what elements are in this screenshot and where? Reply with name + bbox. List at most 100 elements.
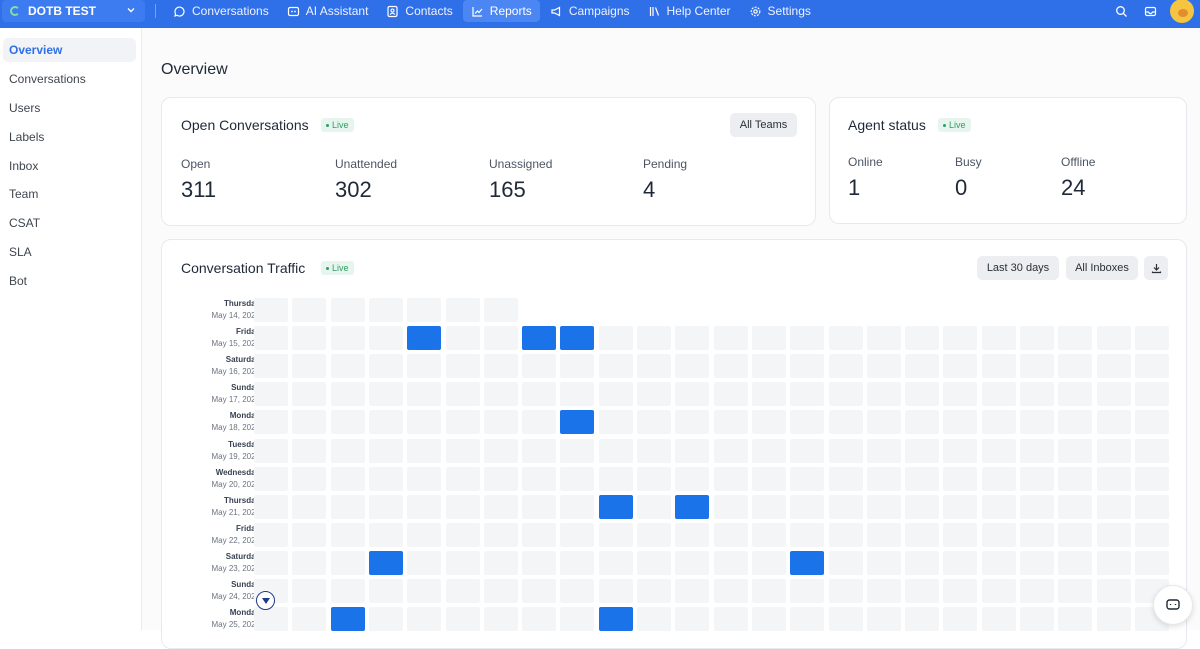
- heatmap-cell[interactable]: [828, 410, 863, 435]
- heatmap-cell[interactable]: [445, 522, 480, 547]
- heatmap-cell[interactable]: [330, 579, 365, 603]
- sidebar-item-bot[interactable]: Bot: [3, 269, 136, 293]
- heatmap-cell[interactable]: [1020, 579, 1054, 603]
- heatmap-cell[interactable]: [1134, 550, 1169, 575]
- heatmap-cell[interactable]: [522, 326, 557, 351]
- heatmap-cell[interactable]: [292, 522, 327, 547]
- heatmap-cell[interactable]: [866, 438, 901, 463]
- heatmap-cell[interactable]: [637, 466, 671, 491]
- heatmap-cell[interactable]: [330, 382, 365, 407]
- heatmap-cell[interactable]: [943, 550, 978, 575]
- heatmap-cell[interactable]: [407, 326, 442, 351]
- heatmap-cell[interactable]: [1020, 466, 1054, 491]
- heatmap-cell[interactable]: [637, 326, 671, 351]
- heatmap-cell[interactable]: [368, 579, 403, 603]
- heatmap-cell[interactable]: [637, 579, 671, 603]
- heatmap-cell[interactable]: [828, 579, 863, 603]
- heatmap-cell[interactable]: [790, 438, 825, 463]
- heatmap-cell[interactable]: [254, 410, 288, 435]
- heatmap-cell[interactable]: [981, 607, 1016, 632]
- heatmap-cell[interactable]: [368, 607, 403, 632]
- heatmap-cell[interactable]: [598, 326, 633, 351]
- heatmap-cell[interactable]: [254, 494, 288, 519]
- heatmap-cell[interactable]: [407, 298, 442, 322]
- heatmap-cell[interactable]: [1058, 579, 1093, 603]
- heatmap-cell[interactable]: [445, 579, 480, 603]
- heatmap-cell[interactable]: [254, 466, 288, 491]
- heatmap-cell[interactable]: [254, 550, 288, 575]
- heatmap-cell[interactable]: [292, 466, 327, 491]
- heatmap-cell[interactable]: [943, 410, 978, 435]
- heatmap-cell[interactable]: [598, 354, 633, 379]
- all-teams-filter-button[interactable]: All Teams: [730, 113, 797, 137]
- heatmap-cell[interactable]: [1058, 550, 1093, 575]
- heatmap-cell[interactable]: [790, 550, 825, 575]
- heatmap-cell[interactable]: [522, 382, 557, 407]
- heatmap-cell[interactable]: [675, 607, 710, 632]
- heatmap-cell[interactable]: [598, 607, 633, 632]
- nav-settings[interactable]: Settings: [741, 0, 819, 22]
- sidebar-item-labels[interactable]: Labels: [3, 125, 136, 149]
- sidebar-item-overview[interactable]: Overview: [3, 38, 136, 62]
- heatmap-cell[interactable]: [1096, 579, 1131, 603]
- date-range-button[interactable]: Last 30 days: [977, 256, 1059, 280]
- heatmap-cell[interactable]: [675, 466, 710, 491]
- heatmap-cell[interactable]: [1096, 382, 1131, 407]
- heatmap-cell[interactable]: [637, 494, 671, 519]
- heatmap-cell[interactable]: [943, 382, 978, 407]
- heatmap-cell[interactable]: [1134, 326, 1169, 351]
- workspace-switcher[interactable]: DOTB TEST: [2, 0, 145, 22]
- heatmap-cell[interactable]: [1020, 326, 1054, 351]
- heatmap-cell[interactable]: [598, 522, 633, 547]
- heatmap-cell[interactable]: [292, 298, 327, 322]
- heatmap-cell[interactable]: [790, 494, 825, 519]
- heatmap-cell[interactable]: [866, 494, 901, 519]
- heatmap-cell[interactable]: [483, 466, 518, 491]
- heatmap-cell[interactable]: [522, 494, 557, 519]
- heatmap-cell[interactable]: [637, 438, 671, 463]
- heatmap-cell[interactable]: [407, 382, 442, 407]
- sidebar-item-sla[interactable]: SLA: [3, 240, 136, 264]
- heatmap-cell[interactable]: [407, 466, 442, 491]
- heatmap-cell[interactable]: [483, 579, 518, 603]
- heatmap-cell[interactable]: [1058, 494, 1093, 519]
- heatmap-cell[interactable]: [407, 550, 442, 575]
- heatmap-cell[interactable]: [368, 466, 403, 491]
- heatmap-cell[interactable]: [828, 438, 863, 463]
- heatmap-cell[interactable]: [905, 522, 940, 547]
- heatmap-cell[interactable]: [713, 522, 748, 547]
- heatmap-cell[interactable]: [598, 466, 633, 491]
- heatmap-cell[interactable]: [598, 382, 633, 407]
- heatmap-cell[interactable]: [713, 466, 748, 491]
- heatmap-cell[interactable]: [943, 326, 978, 351]
- heatmap-cell[interactable]: [981, 410, 1016, 435]
- heatmap-cell[interactable]: [292, 354, 327, 379]
- heatmap-cell[interactable]: [522, 354, 557, 379]
- heatmap-cell[interactable]: [330, 494, 365, 519]
- nav-campaigns[interactable]: Campaigns: [542, 0, 638, 22]
- heatmap-cell[interactable]: [790, 326, 825, 351]
- heatmap-cell[interactable]: [1096, 607, 1131, 632]
- heatmap-cell[interactable]: [828, 607, 863, 632]
- heatmap-cell[interactable]: [330, 438, 365, 463]
- heatmap-cell[interactable]: [368, 410, 403, 435]
- heatmap-cell[interactable]: [943, 494, 978, 519]
- heatmap-cell[interactable]: [522, 607, 557, 632]
- heatmap-cell[interactable]: [254, 438, 288, 463]
- heatmap-cell[interactable]: [943, 438, 978, 463]
- heatmap-cell[interactable]: [483, 438, 518, 463]
- heatmap-cell[interactable]: [713, 326, 748, 351]
- heatmap-cell[interactable]: [981, 326, 1016, 351]
- heatmap-cell[interactable]: [330, 298, 365, 322]
- heatmap-cell[interactable]: [330, 607, 365, 632]
- heatmap-cell[interactable]: [1020, 550, 1054, 575]
- heatmap-cell[interactable]: [483, 382, 518, 407]
- heatmap-cell[interactable]: [292, 579, 327, 603]
- heatmap-cell[interactable]: [637, 410, 671, 435]
- heatmap-cell[interactable]: [598, 410, 633, 435]
- heatmap-cell[interactable]: [598, 494, 633, 519]
- heatmap-cell[interactable]: [790, 607, 825, 632]
- heatmap-cell[interactable]: [751, 326, 786, 351]
- heatmap-cell[interactable]: [790, 466, 825, 491]
- heatmap-cell[interactable]: [598, 550, 633, 575]
